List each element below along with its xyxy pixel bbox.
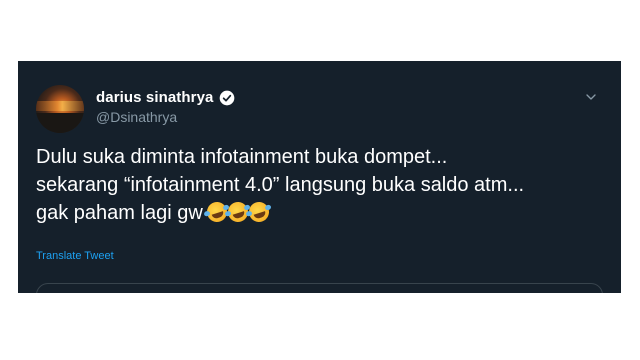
verified-badge-icon [220,90,235,105]
author-handle[interactable]: @Dsinathrya [96,109,177,125]
tweet-text-line: Dulu suka diminta infotainment buka domp… [36,146,448,168]
quoted-content-box[interactable] [36,283,603,293]
tweet-text: Dulu suka diminta infotainment buka domp… [36,143,606,227]
tweet-text-line: gak paham lagi gw [36,199,606,227]
tweet-card[interactable]: darius sinathrya @Dsinathrya Dulu suka d… [18,61,621,293]
author-name-row[interactable]: darius sinathrya [96,89,235,106]
avatar-ground [36,113,84,133]
translate-tweet-link[interactable]: Translate Tweet [36,250,114,262]
tweet-text-line: sekarang “infotainment 4.0” langsung buk… [36,174,525,196]
chevron-down-icon[interactable] [583,89,599,105]
emoji-row [204,199,272,225]
avatar-sunset [36,101,84,111]
rolling-laughing-emoji-icon [246,199,272,225]
author-display-name[interactable]: darius sinathrya [96,89,213,106]
avatar[interactable] [36,85,84,133]
tweet-text-line-content: gak paham lagi gw [36,202,203,224]
